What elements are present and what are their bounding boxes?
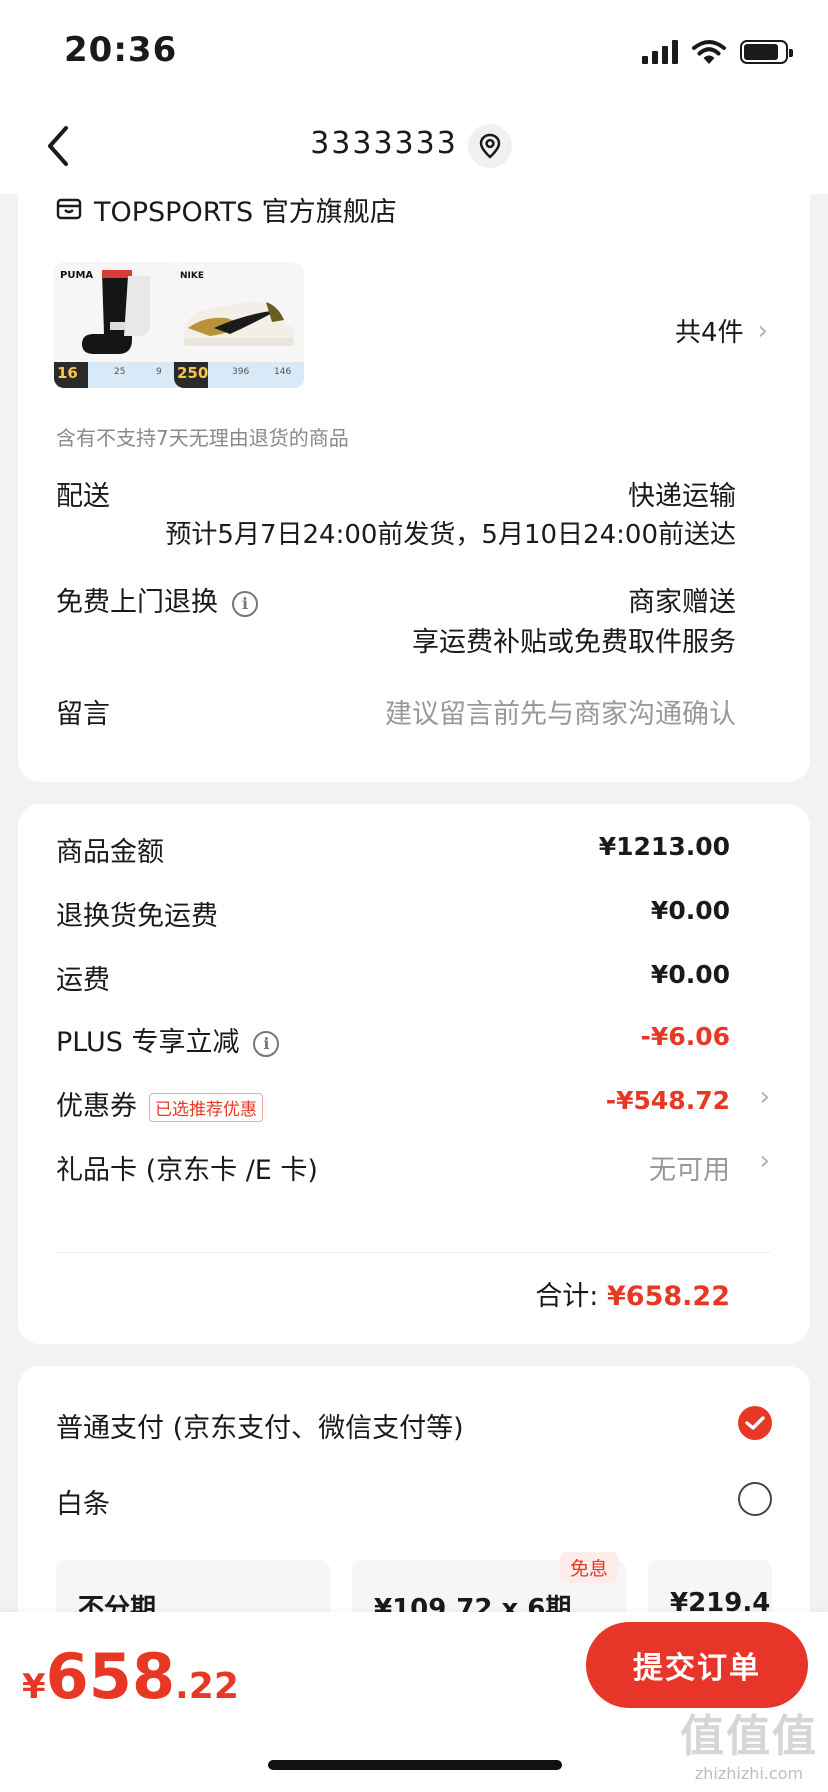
store-icon xyxy=(56,198,82,220)
battery-icon xyxy=(740,40,793,64)
goods-amount-value: ¥1213.00 xyxy=(598,832,730,861)
shop-name: TOPSPORTS 官方旗舰店 xyxy=(94,196,397,228)
bottom-total-price: ¥658.22 xyxy=(22,1640,239,1713)
price-integer: 658 xyxy=(45,1640,176,1713)
price-tag: 250 396 146 xyxy=(174,362,304,388)
tag-stat: 396 xyxy=(232,367,250,377)
chevron-right-icon[interactable]: › xyxy=(760,1146,770,1176)
coupon-discount-value: -¥548.72 xyxy=(605,1086,730,1115)
free-return-value: 商家赠送 xyxy=(628,587,736,618)
order-items-card: TOPSPORTS 官方旗舰店 PUMA 16 25 9 NIKE 250 39… xyxy=(18,194,810,782)
item-count-link[interactable]: 共4件 › xyxy=(675,312,768,349)
brand-logo: PUMA xyxy=(60,270,93,281)
price-tag: 16 25 9 xyxy=(54,362,184,388)
info-icon[interactable]: i xyxy=(232,590,258,617)
free-return-detail: 享运费补贴或免费取件服务 xyxy=(412,627,736,658)
delivery-estimate: 预计5月7日24:00前发货，5月10日24:00前送达 xyxy=(165,520,736,550)
goods-amount-label: 商品金额 xyxy=(56,837,164,868)
normal-payment-radio[interactable] xyxy=(738,1406,772,1440)
product-thumbnail[interactable]: NIKE 250 396 146 xyxy=(174,262,304,388)
total-row: 合计: ¥658.22 xyxy=(535,1274,730,1313)
shipping-label: 运费 xyxy=(56,965,110,996)
divider xyxy=(56,1252,770,1253)
cellular-signal-icon xyxy=(642,40,678,64)
info-icon[interactable]: i xyxy=(253,1030,280,1057)
checkmark-icon xyxy=(745,1416,765,1430)
status-time: 20:36 xyxy=(64,30,178,70)
interest-free-tag: 免息 xyxy=(559,1552,618,1583)
status-icons xyxy=(642,38,793,66)
message-label: 留言 xyxy=(56,699,110,730)
shop-row[interactable]: TOPSPORTS 官方旗舰店 xyxy=(56,194,397,228)
chevron-right-icon[interactable]: › xyxy=(760,1082,770,1112)
watermark-url: zhizhizhi.com xyxy=(694,1764,804,1783)
tag-price: 250 xyxy=(177,364,209,382)
delivery-method[interactable]: 快递运输 xyxy=(628,474,736,513)
nav-bar: 3333333 xyxy=(0,100,828,194)
puma-socks-image: PUMA xyxy=(60,270,150,354)
nike-shoe-image: NIKE xyxy=(180,271,295,346)
delivery-label: 配送 xyxy=(56,481,110,512)
message-input[interactable]: 建议留言前先与商家沟通确认 xyxy=(385,692,736,731)
shipping-value: ¥0.00 xyxy=(650,960,730,989)
coupon-label: 优惠券 xyxy=(56,1091,137,1122)
location-button[interactable] xyxy=(468,124,512,168)
status-bar: 20:36 xyxy=(0,0,828,100)
watermark: 值值值 zhizhizhi.com xyxy=(680,1700,818,1783)
tag-stat: 9 xyxy=(156,367,162,377)
submit-order-button[interactable]: 提交订单 xyxy=(586,1622,808,1708)
baitiao-radio[interactable] xyxy=(738,1482,772,1516)
free-return-text: 免费上门退换 xyxy=(56,587,218,618)
location-pin-icon xyxy=(479,133,501,159)
plus-label-text: PLUS 专享立减 xyxy=(56,1027,240,1058)
price-summary-card: 商品金额 ¥1213.00 退换货免运费 ¥0.00 运费 ¥0.00 PLUS… xyxy=(18,804,810,1344)
coupon-badge: 已选推荐优惠 xyxy=(149,1093,263,1122)
item-count: 共4件 xyxy=(675,318,744,348)
coupon-row[interactable]: 优惠券 已选推荐优惠 xyxy=(56,1084,263,1123)
plus-discount-label: PLUS 专享立减 i xyxy=(56,1020,280,1059)
total-value: ¥658.22 xyxy=(607,1281,730,1312)
watermark-logo: 值值值 xyxy=(680,1711,818,1762)
free-return-label: 免费上门退换 i xyxy=(56,580,258,619)
currency-symbol: ¥ xyxy=(22,1667,46,1707)
gift-card-label: 礼品卡 (京东卡 /E 卡) xyxy=(56,1155,318,1186)
price-decimal: .22 xyxy=(175,1666,239,1707)
tag-stat: 146 xyxy=(274,367,292,377)
plus-discount-value: -¥6.06 xyxy=(640,1022,730,1051)
chevron-right-icon: › xyxy=(757,315,768,346)
page-title: 3333333 xyxy=(310,126,458,161)
gift-card-value[interactable]: 无可用 xyxy=(649,1148,730,1187)
baitiao-label[interactable]: 白条 xyxy=(56,1482,110,1521)
normal-payment-label[interactable]: 普通支付 (京东支付、微信支付等) xyxy=(56,1406,464,1445)
home-indicator[interactable] xyxy=(268,1760,562,1770)
return-shipping-value: ¥0.00 xyxy=(650,896,730,925)
brand-logo: NIKE xyxy=(180,271,204,281)
total-label: 合计: xyxy=(535,1281,599,1312)
tag-stat: 25 xyxy=(114,367,126,377)
return-note: 含有不支持7天无理由退货的商品 xyxy=(56,426,349,450)
tag-price: 16 xyxy=(57,364,78,382)
wifi-icon xyxy=(692,40,726,64)
product-thumbnail[interactable]: PUMA 16 25 9 xyxy=(54,262,184,388)
return-shipping-label: 退换货免运费 xyxy=(56,901,218,932)
